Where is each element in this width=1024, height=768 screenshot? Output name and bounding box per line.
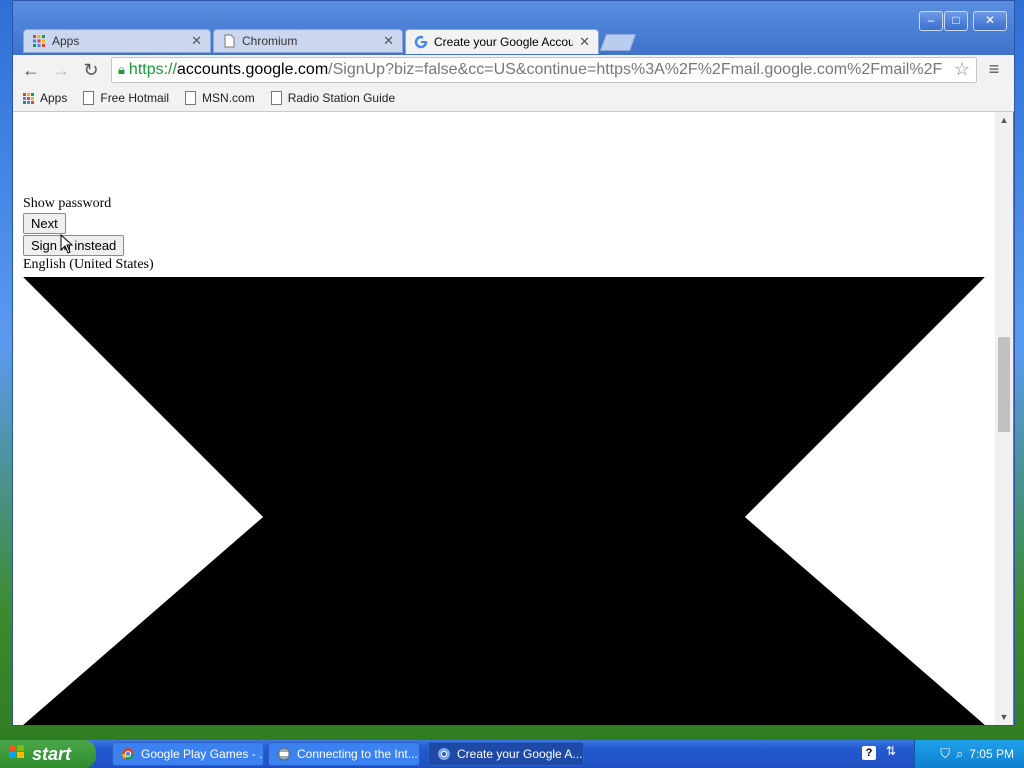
lock-icon: 🔒︎ [118, 62, 125, 77]
connection-wizard-icon [277, 747, 291, 761]
bookmarks-bar: Apps Free Hotmail MSN.com Radio Station … [13, 85, 1014, 112]
bookmark-star-icon[interactable]: ☆ [954, 59, 970, 80]
windows-flag-icon [8, 744, 26, 765]
close-icon[interactable]: ✕ [383, 33, 394, 49]
system-tray: ⛉ ⌕ 7:05 PM [914, 740, 1024, 768]
page-icon [83, 91, 95, 105]
scroll-up-icon[interactable]: ▲ [995, 112, 1013, 128]
bookmark-label: Free Hotmail [100, 91, 170, 105]
menu-icon[interactable]: ≡ [983, 59, 1005, 81]
apps-grid-icon [23, 92, 34, 104]
google-g-icon [414, 35, 428, 49]
tray-search-icon[interactable]: ⌕ [956, 746, 963, 762]
title-bar: Apps ✕ Chromium ✕ Create your Google Acc… [13, 1, 1014, 55]
tab-label: Create your Google Account [434, 35, 574, 49]
url-host: accounts.google.com [176, 61, 329, 78]
tray-shield-icon[interactable]: ⛉ [940, 746, 950, 762]
bookmark-label: Apps [40, 91, 68, 105]
taskbar-item-create-google-account[interactable]: Create your Google A... [428, 742, 584, 766]
bookmark-label: MSN.com [202, 91, 255, 105]
scroll-thumb[interactable] [998, 337, 1010, 432]
page-icon [270, 91, 282, 105]
tab-create-google-account[interactable]: Create your Google Account ✕ [405, 29, 599, 54]
taskbar-item-connecting[interactable]: Connecting to the Int... [268, 742, 420, 766]
tab-label: Apps [52, 34, 80, 48]
scroll-down-icon[interactable]: ▼ [995, 709, 1013, 725]
maximize-button[interactable]: □ [944, 11, 968, 31]
tab-label: Chromium [242, 34, 298, 48]
chrome-icon [121, 747, 135, 761]
chromium-icon [437, 747, 451, 761]
bookmark-apps[interactable]: Apps [23, 91, 67, 105]
page-icon [222, 34, 236, 48]
show-password-label[interactable]: Show password [23, 196, 154, 212]
reload-icon[interactable]: ↻ [79, 59, 103, 81]
url-path: /SignUp?biz=false&cc=US&continue=https%3… [328, 61, 943, 78]
browser-window: Apps ✕ Chromium ✕ Create your Google Acc… [12, 0, 1015, 726]
language-selector[interactable]: English (United States) [23, 257, 154, 273]
next-button[interactable]: Next [23, 213, 66, 234]
clock: 7:05 PM [969, 747, 1014, 761]
bookmark-msn[interactable]: MSN.com [185, 91, 255, 105]
url-scheme: https:// [128, 61, 177, 78]
mouse-cursor-icon [60, 234, 74, 254]
task-label: Google Play Games - ... [141, 747, 264, 761]
close-icon[interactable]: ✕ [191, 33, 202, 49]
start-button[interactable]: start [0, 740, 96, 768]
tab-chromium[interactable]: Chromium ✕ [213, 29, 403, 53]
bookmark-label: Radio Station Guide [287, 91, 396, 105]
bookmark-radio-station-guide[interactable]: Radio Station Guide [270, 91, 396, 105]
new-tab-button[interactable] [599, 34, 637, 51]
desktop-background [0, 0, 12, 740]
tab-apps[interactable]: Apps ✕ [23, 29, 211, 53]
task-label: Connecting to the Int... [297, 747, 418, 761]
forward-icon[interactable]: → [49, 59, 73, 81]
unstyled-graphic [23, 277, 985, 725]
task-label: Create your Google A... [457, 747, 583, 761]
network-icon[interactable]: ⇅ [886, 744, 896, 758]
address-bar[interactable]: 🔒︎ https://accounts.google.com/SignUp?bi… [111, 57, 977, 83]
close-window-button[interactable]: ✕ [973, 11, 1007, 31]
taskbar-item-google-play-games[interactable]: Google Play Games - ... [112, 742, 264, 766]
minimize-button[interactable]: – [919, 11, 943, 31]
taskbar: start Google Play Games - ... Connecting… [0, 740, 1024, 768]
apps-grid-icon [32, 34, 46, 48]
close-icon[interactable]: ✕ [579, 34, 590, 50]
back-icon[interactable]: ← [19, 59, 43, 81]
help-icon[interactable]: ? [862, 746, 876, 760]
vertical-scrollbar[interactable]: ▲ ▼ [995, 112, 1013, 725]
start-label: start [32, 743, 72, 764]
page-viewport: Show password Next Sign in instead Engli… [13, 112, 995, 725]
bookmark-free-hotmail[interactable]: Free Hotmail [83, 91, 169, 105]
signup-form: Show password Next Sign in instead Engli… [23, 196, 154, 273]
page-icon [185, 91, 197, 105]
browser-toolbar: ← → ↻ 🔒︎ https://accounts.google.com/Sig… [13, 55, 1014, 85]
